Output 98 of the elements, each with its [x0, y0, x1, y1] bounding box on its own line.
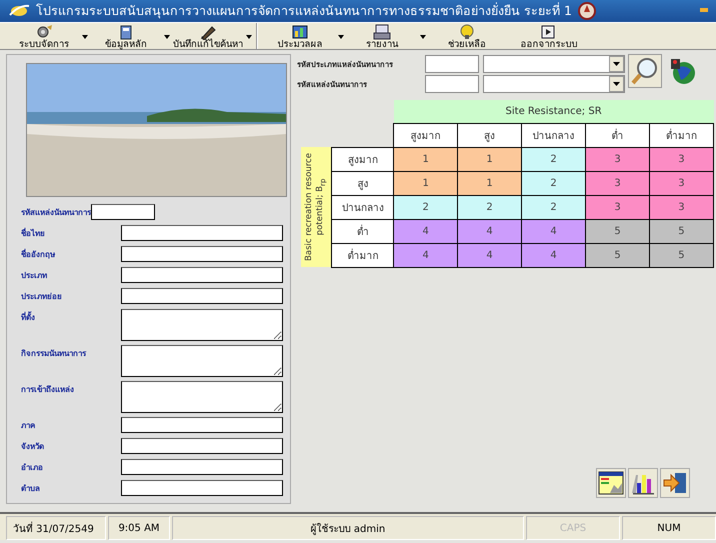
- text-area[interactable]: [121, 345, 283, 377]
- exit-button[interactable]: [660, 468, 690, 498]
- matrix-cell: 2: [522, 147, 586, 171]
- dropdown-field[interactable]: [483, 55, 625, 73]
- column-header: ปานกลาง: [522, 123, 586, 147]
- matrix-title: Site Resistance; SR: [394, 100, 714, 123]
- matrix-cell: 3: [586, 171, 650, 195]
- window-title: โปรแกรมระบบสนับสนุนการวางแผนการจัดการแหล่งนันทนาการทางธรรมชาติอย่างยั่งยืน ระยะที่ 1: [36, 1, 572, 20]
- search-icon: [631, 57, 659, 85]
- column-header: ต่ำ: [586, 123, 650, 147]
- key-indicator: NUM: [622, 516, 716, 540]
- toolbar-button[interactable]: บันทึกแก้ไขค้นหา: [170, 23, 246, 50]
- caret-icon[interactable]: [338, 35, 344, 39]
- field-label: ประเภท: [21, 270, 48, 282]
- field-label: ภาค: [21, 420, 36, 432]
- matrix-cell: 5: [586, 219, 650, 243]
- caret-icon[interactable]: [246, 35, 252, 39]
- matrix-cell: 2: [522, 171, 586, 195]
- printer-icon: [372, 24, 392, 40]
- row-header: ปานกลาง: [332, 195, 394, 219]
- toolbar-button[interactable]: ออกจากระบบ: [508, 23, 590, 50]
- field-label: ชื่อไทย: [21, 226, 46, 240]
- input-field[interactable]: [121, 246, 283, 262]
- matrix-cell: 3: [649, 195, 714, 219]
- matrix-cell: 2: [458, 195, 522, 219]
- field-label: อำเภอ: [21, 462, 44, 474]
- user-status: ผู้ใช้ระบบ admin: [172, 516, 524, 540]
- minimize-icon[interactable]: [700, 8, 708, 14]
- time-status: 9:05 AM: [108, 516, 170, 540]
- matrix-cell: 3: [586, 195, 650, 219]
- matrix-cell: 2: [394, 195, 458, 219]
- row-header: ต่ำมาก: [332, 243, 394, 267]
- toolbar-button[interactable]: ข้อมูลหลัก: [88, 23, 164, 50]
- row-header: สูงมาก: [332, 147, 394, 171]
- emblem-icon: [578, 2, 596, 20]
- dropdown-button[interactable]: [609, 56, 624, 72]
- matrix-cell: 5: [649, 243, 714, 267]
- field-label: ประเภทย่อย: [21, 291, 63, 303]
- date-status: วันที่ 31/07/2549: [6, 516, 106, 540]
- bar-chart-button[interactable]: [628, 468, 658, 498]
- input-field[interactable]: [121, 288, 283, 304]
- field-label: จังหวัด: [21, 441, 45, 453]
- matrix-cell: 3: [649, 147, 714, 171]
- code-field[interactable]: [425, 75, 479, 93]
- text-area[interactable]: [121, 381, 283, 413]
- pen-icon: [198, 24, 218, 40]
- matrix-cell: 1: [458, 147, 522, 171]
- field-label: รหัสแหล่งนันทนาการ: [21, 207, 91, 219]
- column-header: สูงมาก: [394, 123, 458, 147]
- statistics-button[interactable]: [596, 468, 626, 498]
- caret-icon: [613, 62, 620, 66]
- text-area[interactable]: [121, 309, 283, 341]
- input-field[interactable]: [121, 459, 283, 475]
- report-chart-icon: [598, 471, 624, 495]
- toolbar-button[interactable]: ระบบจัดการ: [6, 23, 82, 50]
- field-label: ตำบล: [21, 483, 41, 495]
- exit-arrow-icon: [662, 471, 688, 495]
- input-field[interactable]: [121, 438, 283, 454]
- matrix-cell: 4: [522, 243, 586, 267]
- search-button[interactable]: [628, 54, 662, 88]
- column-header: สูง: [458, 123, 522, 147]
- field-label: ที่ตั้ง: [21, 310, 36, 324]
- toolbar-button[interactable]: ประมวลผล: [262, 23, 338, 50]
- matrix-cell: 4: [394, 219, 458, 243]
- field-label: กิจกรรมนันทนาการ: [21, 348, 88, 360]
- caret-icon[interactable]: [82, 35, 88, 39]
- matrix-cell: 4: [458, 243, 522, 267]
- field-label: ชื่ออังกฤษ: [21, 248, 56, 261]
- row-header: สูง: [332, 171, 394, 195]
- matrix-cell: 2: [522, 195, 586, 219]
- input-field[interactable]: [121, 225, 283, 241]
- column-header: ต่ำมาก: [649, 123, 714, 147]
- matrix-cell: 5: [649, 219, 714, 243]
- input-field[interactable]: [91, 204, 155, 220]
- dropdown-field[interactable]: [483, 75, 625, 93]
- input-field[interactable]: [121, 480, 283, 496]
- matrix-cell: 3: [586, 147, 650, 171]
- input-field[interactable]: [121, 417, 283, 433]
- matrix-cell: 1: [394, 147, 458, 171]
- matrix-cell: 4: [522, 219, 586, 243]
- input-field[interactable]: [121, 267, 283, 283]
- chart-window-icon: [290, 24, 310, 40]
- toolbar-button[interactable]: รายงาน: [344, 23, 420, 50]
- field-label: การเข้าถึงแหล่ง: [21, 384, 75, 396]
- matrix-cell: 1: [458, 171, 522, 195]
- caret-icon[interactable]: [420, 35, 426, 39]
- matrix-cell: 1: [394, 171, 458, 195]
- matrix-cell: 5: [586, 243, 650, 267]
- matrix-cell: 3: [649, 171, 714, 195]
- row-header: ต่ำ: [332, 219, 394, 243]
- toolbar-button[interactable]: ช่วยเหลือ: [426, 23, 508, 50]
- caret-icon: [613, 82, 620, 86]
- dropdown-button[interactable]: [609, 76, 624, 92]
- app-logo-icon: [8, 3, 30, 19]
- matrix-cell: 4: [458, 219, 522, 243]
- caret-icon[interactable]: [164, 35, 170, 39]
- matrix-cell: 4: [394, 243, 458, 267]
- code-field[interactable]: [425, 55, 479, 73]
